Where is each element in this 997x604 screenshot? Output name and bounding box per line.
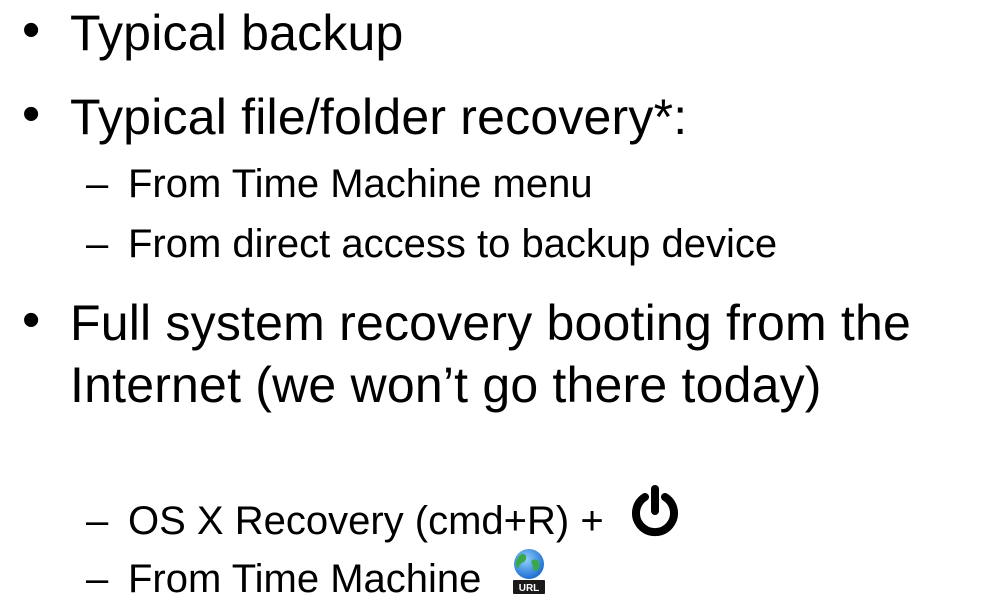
subitem-from-time-machine: – From Time Machine URL [86,549,551,604]
slide: • Typical backup • Typical file/folder r… [0,0,997,603]
bullet-item-typical-backup: • Typical backup [22,2,404,64]
bullet-marker: • [22,291,41,349]
bullet-marker: • [22,1,41,59]
dash-marker: – [86,557,109,601]
bullet-item-file-folder-recovery: • Typical file/folder recovery*: [22,86,687,148]
dash-marker: – [86,222,109,266]
subitem-text: From Time Machine menu [128,162,593,206]
bullet-text: Full system recovery booting from the In… [70,295,912,413]
bullet-marker: • [22,85,41,143]
url-label: URL [519,583,540,594]
power-icon [628,484,682,538]
subitem-direct-access: – From direct access to backup device [86,220,777,268]
bullet-text: Typical backup [70,5,404,61]
subitem-text: OS X Recovery (cmd+R) + [128,499,604,543]
dash-marker: – [86,499,109,543]
url-globe-icon: URL [507,546,551,596]
bullet-text: Typical file/folder recovery*: [70,89,688,145]
bullet-item-full-system-recovery: • Full system recovery booting from the … [22,292,975,416]
subitem-text: From Time Machine [128,557,482,601]
subitem-os-x-recovery: – OS X Recovery (cmd+R) + [86,485,682,548]
subitem-time-machine-menu: – From Time Machine menu [86,160,593,208]
subitem-text: From direct access to backup device [128,222,778,266]
dash-marker: – [86,162,109,206]
